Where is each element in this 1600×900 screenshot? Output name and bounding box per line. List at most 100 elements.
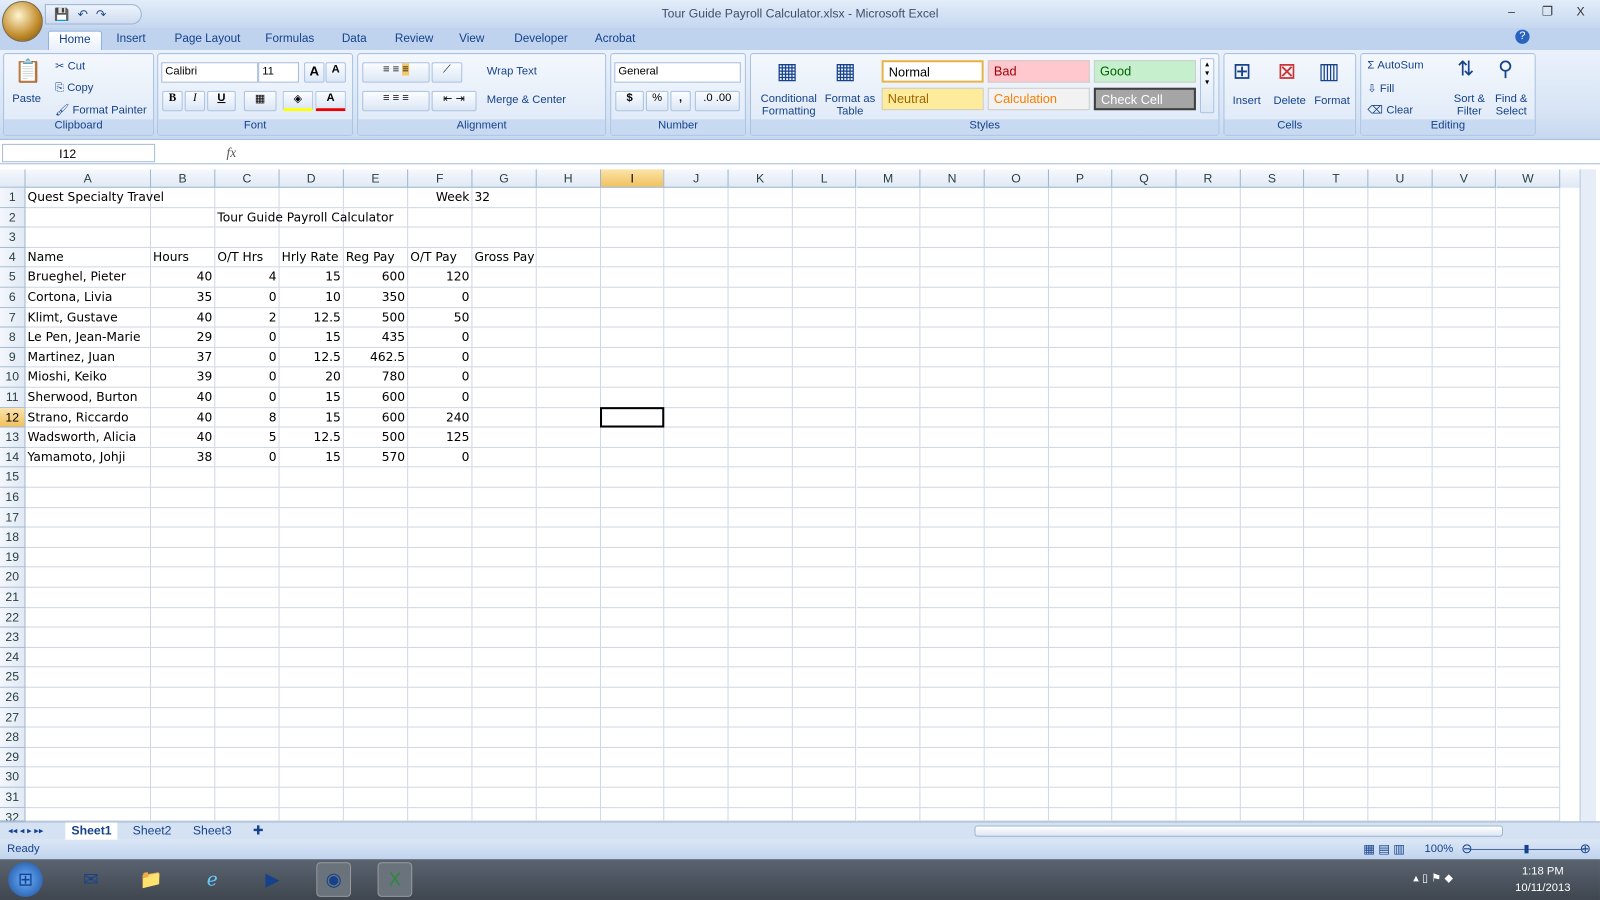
- row-header-8[interactable]: 8: [0, 327, 26, 348]
- cell-J7[interactable]: [664, 307, 729, 328]
- cell-P24[interactable]: [1048, 647, 1113, 668]
- cell-P3[interactable]: [1048, 227, 1113, 248]
- cell-D30[interactable]: [279, 767, 344, 788]
- cell-S28[interactable]: [1240, 727, 1305, 748]
- cell-U4[interactable]: [1368, 247, 1433, 268]
- cell-I1[interactable]: [600, 187, 665, 208]
- cell-F19[interactable]: [408, 547, 473, 568]
- cell-R24[interactable]: [1176, 647, 1241, 668]
- tab-data[interactable]: Data: [332, 31, 377, 50]
- cell-B28[interactable]: [151, 727, 216, 748]
- cell-E18[interactable]: [343, 527, 409, 548]
- cell-Q1[interactable]: [1112, 187, 1177, 208]
- cell-Q27[interactable]: [1112, 707, 1177, 728]
- cell-W22[interactable]: [1496, 607, 1561, 628]
- cell-I23[interactable]: [600, 627, 665, 648]
- cell-K24[interactable]: [728, 647, 793, 668]
- cell-I27[interactable]: [600, 707, 665, 728]
- cell-R21[interactable]: [1176, 587, 1241, 608]
- cell-O16[interactable]: [984, 487, 1049, 508]
- cell-J17[interactable]: [664, 507, 729, 528]
- cell-T10[interactable]: [1304, 367, 1369, 388]
- cell-V14[interactable]: [1432, 447, 1497, 468]
- cell-Q22[interactable]: [1112, 607, 1177, 628]
- cell-R9[interactable]: [1176, 347, 1241, 368]
- cell-D18[interactable]: [279, 527, 344, 548]
- cell-C17[interactable]: [215, 507, 280, 528]
- cell-W3[interactable]: [1496, 227, 1561, 248]
- cell-R30[interactable]: [1176, 767, 1241, 788]
- cell-E17[interactable]: [343, 507, 409, 528]
- cell-W17[interactable]: [1496, 507, 1561, 528]
- select-all-corner[interactable]: [0, 169, 26, 188]
- currency-button[interactable]: $: [615, 90, 644, 112]
- cell-C13[interactable]: 5: [215, 427, 280, 448]
- cell-A14[interactable]: Yamamoto, Johji: [25, 447, 152, 468]
- cell-H11[interactable]: [536, 387, 601, 408]
- cell-V17[interactable]: [1432, 507, 1497, 528]
- cell-C3[interactable]: [215, 227, 280, 248]
- cell-W10[interactable]: [1496, 367, 1561, 388]
- cell-B25[interactable]: [151, 667, 216, 688]
- cell-T13[interactable]: [1304, 427, 1369, 448]
- cell-F12[interactable]: 240: [408, 407, 473, 428]
- cell-T14[interactable]: [1304, 447, 1369, 468]
- row-header-5[interactable]: 5: [0, 267, 26, 288]
- cell-S23[interactable]: [1240, 627, 1305, 648]
- cell-U5[interactable]: [1368, 267, 1433, 288]
- cell-T6[interactable]: [1304, 287, 1369, 308]
- cell-T8[interactable]: [1304, 327, 1369, 348]
- cell-I19[interactable]: [600, 547, 665, 568]
- cell-T17[interactable]: [1304, 507, 1369, 528]
- cell-N4[interactable]: [920, 247, 985, 268]
- cell-J20[interactable]: [664, 567, 729, 588]
- cell-H4[interactable]: [536, 247, 601, 268]
- cell-S4[interactable]: [1240, 247, 1305, 268]
- cell-J25[interactable]: [664, 667, 729, 688]
- bold-button[interactable]: B: [162, 90, 183, 112]
- cell-L14[interactable]: [792, 447, 857, 468]
- cell-E29[interactable]: [343, 747, 409, 768]
- cell-G14[interactable]: [472, 447, 537, 468]
- cell-H17[interactable]: [536, 507, 601, 528]
- cell-M24[interactable]: [856, 647, 921, 668]
- cell-M23[interactable]: [856, 627, 921, 648]
- cell-K32[interactable]: [728, 807, 793, 822]
- cell-W8[interactable]: [1496, 327, 1561, 348]
- cell-K1[interactable]: [728, 187, 793, 208]
- cell-E12[interactable]: 600: [343, 407, 409, 428]
- cell-D27[interactable]: [279, 707, 344, 728]
- column-header-S[interactable]: S: [1240, 169, 1305, 188]
- cell-T3[interactable]: [1304, 227, 1369, 248]
- cell-Q3[interactable]: [1112, 227, 1177, 248]
- cell-M22[interactable]: [856, 607, 921, 628]
- cell-N16[interactable]: [920, 487, 985, 508]
- cell-P21[interactable]: [1048, 587, 1113, 608]
- row-header-23[interactable]: 23: [0, 627, 26, 648]
- cell-L16[interactable]: [792, 487, 857, 508]
- cell-F10[interactable]: 0: [408, 367, 473, 388]
- cell-U23[interactable]: [1368, 627, 1433, 648]
- cell-P30[interactable]: [1048, 767, 1113, 788]
- cell-A20[interactable]: [25, 567, 152, 588]
- cell-L7[interactable]: [792, 307, 857, 328]
- cell-D14[interactable]: 15: [279, 447, 344, 468]
- cell-L5[interactable]: [792, 267, 857, 288]
- cell-M31[interactable]: [856, 787, 921, 808]
- cell-I3[interactable]: [600, 227, 665, 248]
- cell-J6[interactable]: [664, 287, 729, 308]
- cell-G12[interactable]: [472, 407, 537, 428]
- column-header-H[interactable]: H: [536, 169, 601, 188]
- cell-M1[interactable]: [856, 187, 921, 208]
- cell-C4[interactable]: O/T Hrs: [215, 247, 280, 268]
- cell-R15[interactable]: [1176, 467, 1241, 488]
- cell-H26[interactable]: [536, 687, 601, 708]
- cell-A10[interactable]: Mioshi, Keiko: [25, 367, 152, 388]
- shrink-font-button[interactable]: A: [325, 62, 346, 83]
- cell-T1[interactable]: [1304, 187, 1369, 208]
- cell-Q26[interactable]: [1112, 687, 1177, 708]
- cell-A1[interactable]: Quest Specialty Travel: [25, 187, 164, 208]
- cell-O4[interactable]: [984, 247, 1049, 268]
- cell-J16[interactable]: [664, 487, 729, 508]
- cell-K9[interactable]: [728, 347, 793, 368]
